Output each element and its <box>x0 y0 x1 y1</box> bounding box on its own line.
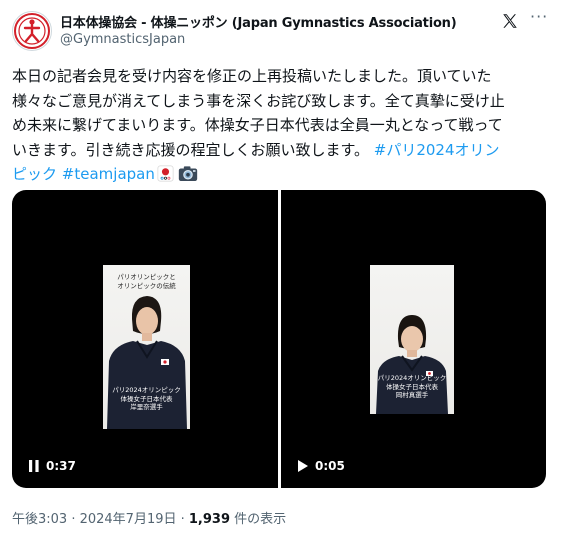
account-handle[interactable]: @GymnasticsJapan <box>60 32 185 47</box>
caption-line: 岸里奈選手 <box>130 403 163 411</box>
media-grid: パリオリンピックと オリンピックの伝統 パリ2024オリンピック 体操女子日本代… <box>12 190 546 488</box>
more-options-icon[interactable]: ··· <box>530 7 548 26</box>
avatar[interactable] <box>12 11 52 51</box>
tweet-line: いきます。引き続き応援の程宜しくお願い致します。 #パリ2024オリン <box>12 138 547 163</box>
view-count: 1,939 <box>188 512 231 527</box>
tweet-metadata: 午後3:03 · 2024年7月19日 · 1,939 件の表示 <box>12 508 286 527</box>
tweet-card: 日本体操協会 - 体操ニッポン (Japan Gymnastics Associ… <box>0 0 561 533</box>
video-controls-1: 0:37 <box>29 459 76 473</box>
tweet-line-text: いきます。引き続き応援の程宜しくお願い致します。 <box>12 140 374 159</box>
video-caption-bottom: パリ2024オリンピック 体操女子日本代表 岡村真選手 <box>370 374 454 400</box>
view-label: 件の表示 <box>230 512 287 527</box>
account-name[interactable]: 日本体操協会 - 体操ニッポン (Japan Gymnastics Associ… <box>60 12 457 31</box>
video-duration: 0:05 <box>315 459 345 473</box>
tweet-line: ピック #teamjapan <box>12 162 547 187</box>
video-controls-2: 0:05 <box>298 459 345 473</box>
video-thumbnail-2: パリ2024オリンピック 体操女子日本代表 岡村真選手 <box>370 265 454 414</box>
tweet-line: 様々なご意見が消えてしまう事を深くお詫び致します。全て真摯に受け止 <box>12 91 505 110</box>
camera-emoji-icon <box>178 166 198 181</box>
tweet-text: 本日の記者会見を受け内容を修正の上再投稿いたしました。頂いていた 様々なご意見が… <box>12 64 547 187</box>
tweet-line: め未来に繋げてまいります。体操女子日本代表は全員一丸となって戦って <box>12 116 503 134</box>
video-caption-bottom: パリ2024オリンピック 体操女子日本代表 岸里奈選手 <box>103 386 190 412</box>
caption-line: パリ2024オリンピック <box>377 374 447 382</box>
hashtag-teamjapan[interactable]: #teamjapan <box>62 165 155 183</box>
teamjapan-emoji-icon <box>157 165 174 182</box>
jga-logo-icon <box>14 13 50 49</box>
video-thumbnail-1: パリオリンピックと オリンピックの伝統 パリ2024オリンピック 体操女子日本代… <box>103 265 190 429</box>
video-duration: 0:37 <box>46 459 76 473</box>
tweet-line: 本日の記者会見を受け内容を修正の上再投稿いたしました。頂いていた <box>12 67 492 85</box>
video-player-1[interactable]: パリオリンピックと オリンピックの伝統 パリ2024オリンピック 体操女子日本代… <box>12 190 278 488</box>
video-player-2[interactable]: パリ2024オリンピック 体操女子日本代表 岡村真選手 0:05 <box>281 190 546 488</box>
x-logo-icon[interactable] <box>501 12 519 30</box>
pause-icon[interactable] <box>29 460 39 472</box>
tweet-timestamp[interactable]: 午後3:03 · 2024年7月19日 · <box>12 512 189 527</box>
hashtag-paris[interactable]: #パリ2024オリン <box>374 141 500 159</box>
caption-line: パリ2024オリンピック <box>112 386 181 394</box>
caption-line: パリオリンピックと <box>117 273 176 281</box>
caption-line: 体操女子日本代表 <box>386 382 438 391</box>
caption-line: 体操女子日本代表 <box>120 394 173 403</box>
play-icon[interactable] <box>298 460 308 472</box>
hashtag-paris-cont[interactable]: ピック <box>12 165 57 183</box>
caption-line: 岡村真選手 <box>395 391 429 399</box>
